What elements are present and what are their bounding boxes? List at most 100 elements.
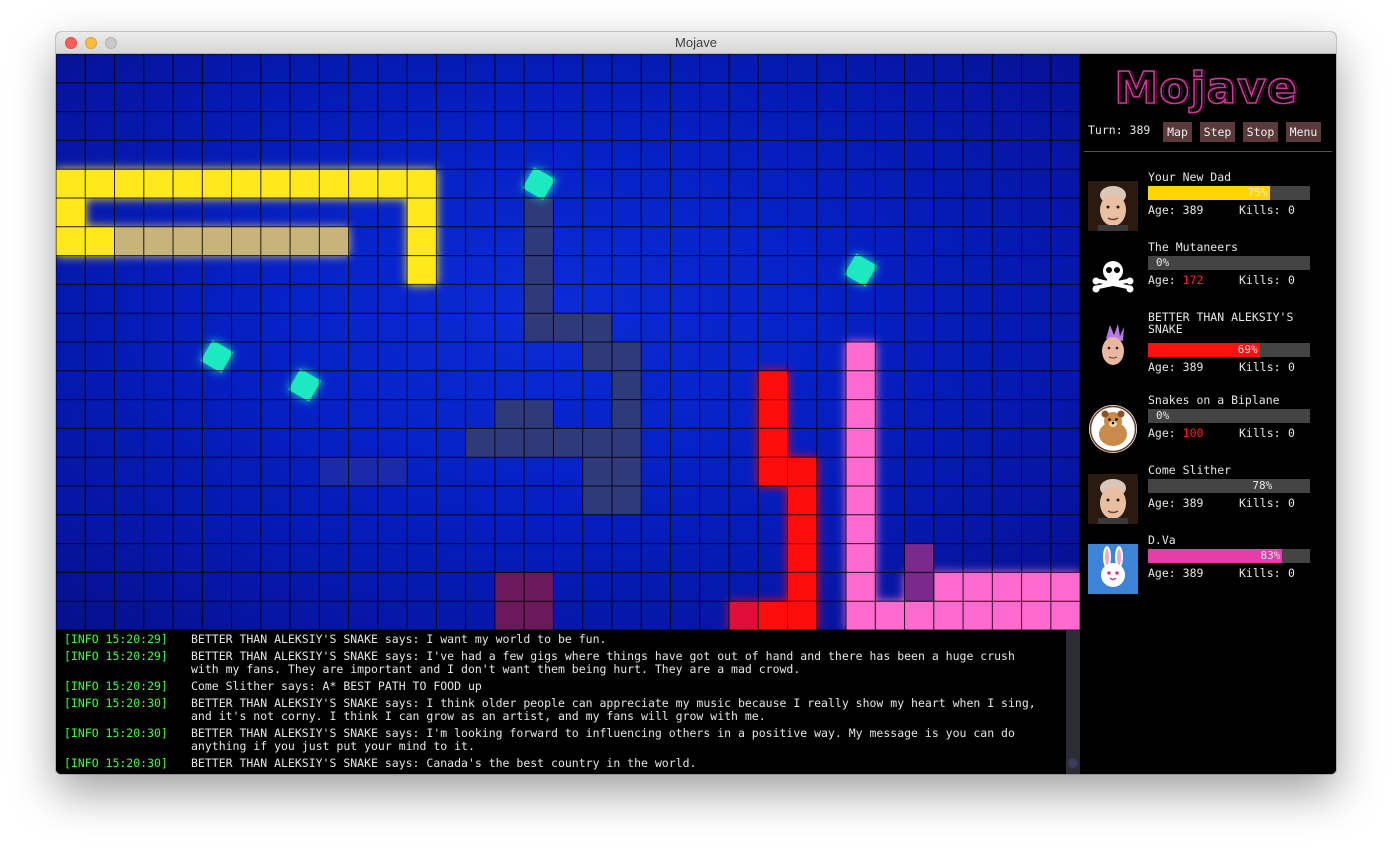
snake-segment bbox=[260, 226, 291, 257]
snake-segment bbox=[875, 601, 906, 630]
food-pellet bbox=[200, 340, 234, 373]
snake-card: BETTER THAN ALEKSIY'S SNAKE 69% Age: 389 Ki… bbox=[1080, 310, 1336, 374]
age-label: Age: bbox=[1148, 203, 1176, 217]
snake-segment bbox=[582, 313, 613, 343]
snake-segment bbox=[611, 486, 642, 516]
snake-segment bbox=[1050, 572, 1080, 602]
log-timestamp: [INFO 15:20:30] bbox=[64, 726, 168, 740]
snake-segment bbox=[524, 226, 554, 257]
snake-segment bbox=[56, 169, 86, 199]
log-entry: [INFO 15:20:30] BETTER THAN ALEKSIY'S SNA… bbox=[64, 757, 1058, 770]
snake-segment bbox=[114, 169, 145, 199]
health-bar: 75% bbox=[1148, 186, 1310, 200]
snake-segment bbox=[846, 428, 876, 458]
snake-segment bbox=[348, 169, 379, 199]
snake-card: D.Va 83% Age: 389 Kills: 0 bbox=[1080, 534, 1336, 594]
message-log: [INFO 15:20:29] BETTER THAN ALEKSIY'S SNA… bbox=[56, 630, 1066, 774]
turn-counter: Turn: 389 bbox=[1088, 123, 1151, 137]
snake-segment bbox=[846, 370, 876, 401]
snake-segment bbox=[494, 428, 525, 458]
snake-stats: Age: 172 Kills: 0 bbox=[1148, 273, 1295, 287]
mohawk-face-icon bbox=[1088, 321, 1138, 371]
snake-segment bbox=[202, 226, 233, 257]
kills-label: Kills: bbox=[1239, 203, 1281, 217]
log-timestamp: [INFO 15:20:29] bbox=[64, 679, 168, 693]
snake-segment bbox=[787, 457, 818, 487]
health-bar: 0% bbox=[1148, 256, 1310, 270]
health-bar: 78% bbox=[1148, 479, 1310, 493]
snake-card: Snakes on a Biplane 0% Age: 100 Kills: 0 bbox=[1080, 394, 1336, 454]
snake-segment bbox=[407, 198, 437, 228]
kills-value: 0 bbox=[1288, 496, 1295, 510]
snake-segment bbox=[377, 169, 408, 199]
snake-segment bbox=[846, 399, 876, 429]
face-icon bbox=[1088, 181, 1138, 231]
title-bar: Mojave bbox=[56, 32, 1336, 54]
age-value: 389 bbox=[1182, 496, 1204, 510]
snake-segment bbox=[85, 226, 116, 257]
age-value: 389 bbox=[1182, 566, 1204, 580]
snake-segment bbox=[260, 169, 291, 199]
snake-segment bbox=[494, 601, 525, 630]
snake-name: D.Va bbox=[1148, 533, 1176, 547]
snake-segment bbox=[407, 226, 437, 257]
snake-segment bbox=[846, 572, 876, 602]
snake-segment bbox=[582, 342, 613, 372]
health-percent: 75% bbox=[1247, 186, 1268, 199]
snake-name: Snakes on a Biplane bbox=[1148, 393, 1280, 407]
snake-segment bbox=[963, 572, 993, 602]
kills-label: Kills: bbox=[1239, 360, 1281, 374]
snake-segment bbox=[143, 169, 174, 199]
log-message: Come Slither says: A* BEST PATH TO FOOD … bbox=[191, 679, 482, 693]
step-button[interactable]: Step bbox=[1200, 122, 1235, 142]
health-percent: 83% bbox=[1260, 549, 1281, 562]
snake-segment bbox=[1021, 601, 1052, 630]
snake-segment bbox=[992, 601, 1023, 630]
snake-segment bbox=[846, 543, 876, 573]
snake-segment bbox=[1050, 601, 1080, 630]
snake-card: The Mutaneers 0% Age: 172 Kills: 0 bbox=[1080, 241, 1336, 301]
age-label: Age: bbox=[1148, 360, 1176, 374]
stop-button[interactable]: Stop bbox=[1243, 122, 1278, 142]
snake-card: Your New Dad 75% Age: 389 Kills: 0 bbox=[1080, 171, 1336, 231]
snake-segment bbox=[553, 313, 584, 343]
board-canvas bbox=[56, 54, 1080, 630]
snake-name: BETTER THAN ALEKSIY'S SNAKE bbox=[1148, 310, 1294, 336]
kills-value: 0 bbox=[1288, 273, 1295, 287]
snake-segment bbox=[846, 457, 876, 487]
snake-segment bbox=[524, 313, 554, 343]
map-button[interactable]: Map bbox=[1163, 122, 1192, 142]
snake-segment bbox=[524, 601, 554, 630]
snake-segment bbox=[319, 169, 350, 199]
snake-segment bbox=[846, 601, 876, 630]
kills-label: Kills: bbox=[1239, 273, 1281, 287]
log-scroll-thumb[interactable] bbox=[1068, 758, 1078, 768]
snake bbox=[728, 370, 818, 630]
app-window: Mojave [INFO 15:20:29] BETTER THAN ALEKSI… bbox=[56, 32, 1336, 774]
snake-segment bbox=[904, 572, 935, 602]
snake-segment bbox=[787, 543, 818, 573]
snake-stats: Age: 389 Kills: 0 bbox=[1148, 496, 1295, 510]
sidebar: Mojave Mojave Turn: 389 Map Step Stop Me… bbox=[1080, 54, 1336, 774]
window-title: Mojave bbox=[675, 35, 717, 50]
snake-stats: Age: 389 Kills: 0 bbox=[1148, 203, 1295, 217]
snake-segment bbox=[56, 198, 86, 228]
snake-segment bbox=[582, 428, 613, 458]
log-scrollbar[interactable] bbox=[1066, 630, 1080, 774]
snake-segment bbox=[611, 457, 642, 487]
snake-segment bbox=[85, 169, 116, 199]
snake-segment bbox=[728, 601, 759, 630]
snake-segment bbox=[846, 486, 876, 516]
menu-button[interactable]: Menu bbox=[1286, 122, 1321, 142]
snake-name: Come Slither bbox=[1148, 463, 1232, 477]
snake-segment bbox=[290, 226, 320, 257]
age-value: 389 bbox=[1182, 203, 1204, 217]
bunny-icon bbox=[1088, 544, 1138, 594]
kills-value: 0 bbox=[1288, 203, 1295, 217]
snake-name: The Mutaneers bbox=[1148, 240, 1239, 254]
health-percent: 78% bbox=[1252, 479, 1273, 492]
snake-stats: Age: 389 Kills: 0 bbox=[1148, 566, 1295, 580]
snake-segment bbox=[56, 226, 86, 257]
health-percent: 0% bbox=[1156, 409, 1170, 422]
snake-segment bbox=[1021, 572, 1052, 602]
